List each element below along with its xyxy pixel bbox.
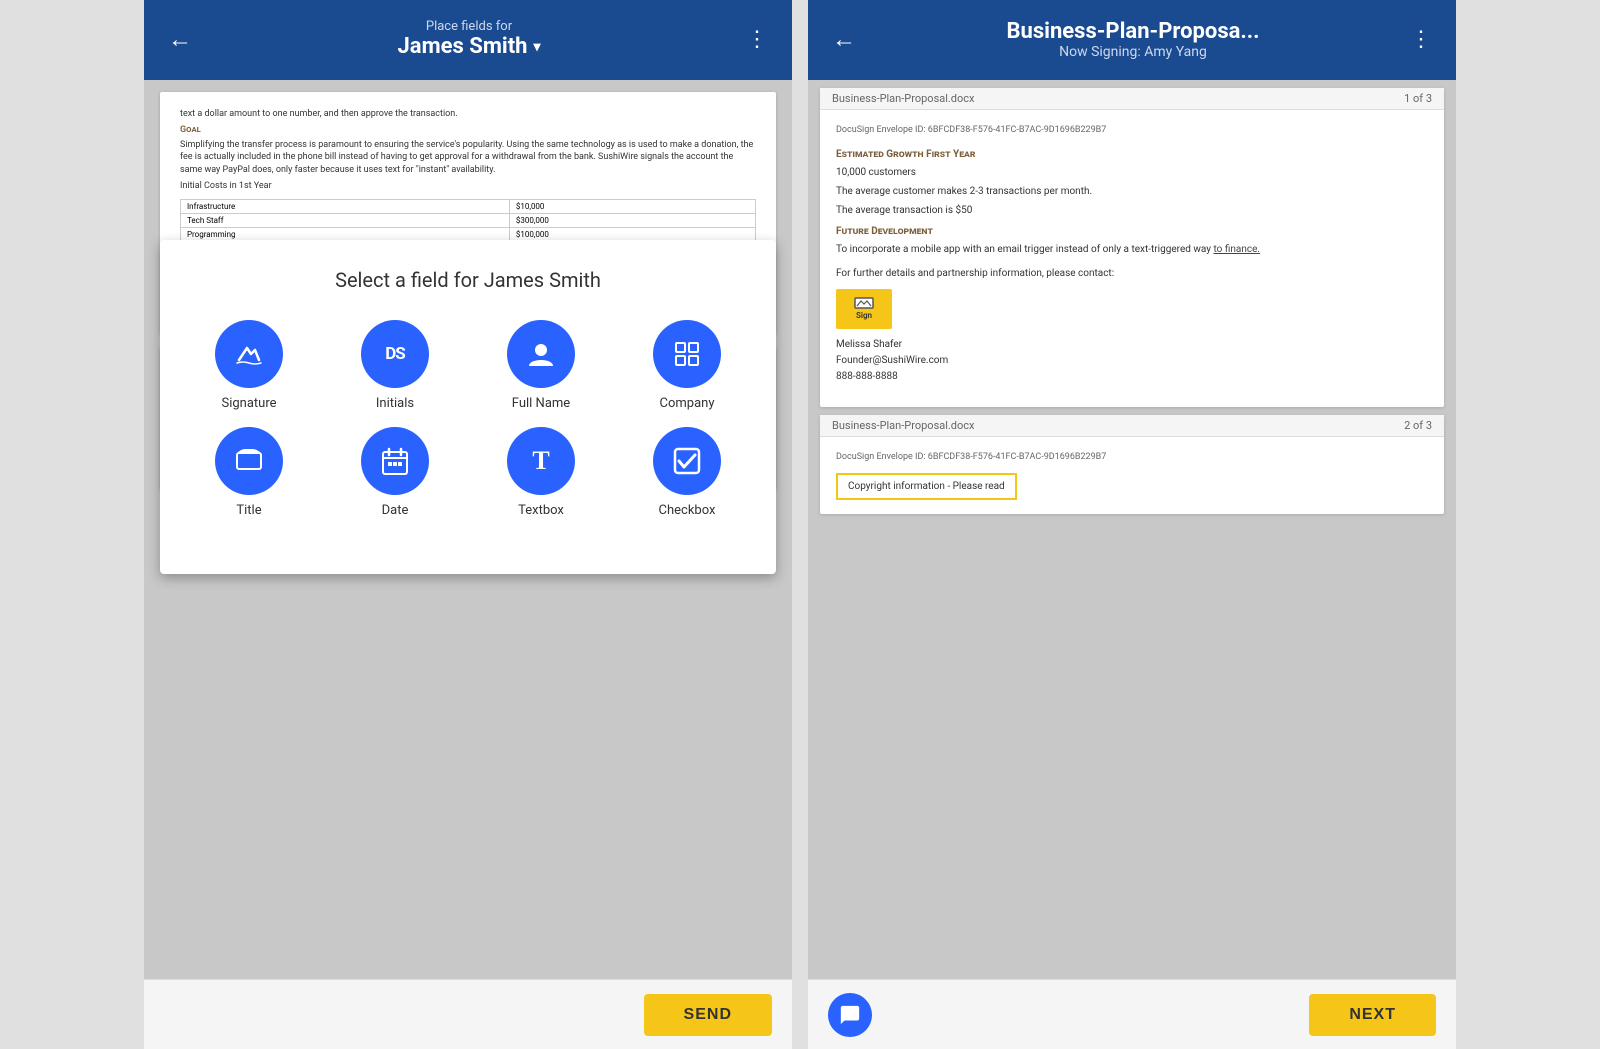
right-doc-page2-header: Business-Plan-Proposal.docx 2 of 3 [820,415,1444,437]
field-item-fullname[interactable]: Full Name [472,320,610,411]
doc1-goal-heading: Goal [180,125,756,135]
left-title-area: Place fields for James Smith ▾ [200,19,738,59]
right-bottom-bar: NEXT [808,979,1456,1049]
contact-block: Melissa Shafer Founder@SushiWire.com 888… [836,337,1428,385]
checkbox-icon [653,427,721,495]
send-button[interactable]: SEND [644,994,772,1036]
textbox-icon: T [507,427,575,495]
right-doc1-future-heading: Future Development [836,226,1428,237]
table-row: Infrastructure$10,000 [181,199,756,213]
field-item-textbox[interactable]: T Textbox [472,427,610,518]
right-doc1-filename: Business-Plan-Proposal.docx [832,92,975,105]
contact-name: Melissa Shafer [836,337,1428,353]
right-doc2-body: DocuSign Envelope ID: 6BFCDF38-F576-41FC… [820,437,1444,515]
left-panel: ← Place fields for James Smith ▾ ⋮ text … [144,0,792,1049]
right-doc1-body: DocuSign Envelope ID: 6BFCDF38-F576-41FC… [820,110,1444,407]
right-doc-page-2: Business-Plan-Proposal.docx 2 of 3 DocuS… [820,415,1444,515]
doc1-goal-text: Simplifying the transfer process is para… [180,139,756,177]
next-button[interactable]: NEXT [1309,994,1436,1036]
field-selector-modal: Select a field for James Smith Signature… [160,240,776,574]
right-panel: ← Business-Plan-Proposa... Now Signing: … [808,0,1456,1049]
field-item-initials[interactable]: DS Initials [326,320,464,411]
contact-phone: 888-888-8888 [836,369,1428,385]
sign-widget-area: Sign Melissa Shafer Founder@SushiWire.co… [836,289,1428,385]
right-doc-page1-header: Business-Plan-Proposal.docx 1 of 3 [820,88,1444,110]
initials-icon: DS [361,320,429,388]
left-title-dropdown-icon[interactable]: ▾ [533,39,540,55]
field-item-signature[interactable]: Signature [180,320,318,411]
textbox-label: Textbox [518,503,564,518]
contact-email: Founder@SushiWire.com [836,353,1428,369]
right-doc1-future-text: To incorporate a mobile app with an emai… [836,243,1428,257]
doc1-intro: text a dollar amount to one number, and … [180,108,756,121]
left-bottom-bar: SEND [144,979,792,1049]
right-content: Business-Plan-Proposal.docx 1 of 3 DocuS… [808,80,1456,979]
signature-label: Signature [221,396,276,411]
chat-button[interactable] [828,993,872,1037]
right-doc1-growth-customers: 10,000 customers [836,166,1428,180]
left-main-title: James Smith ▾ [200,34,738,59]
initials-label: Initials [376,396,414,411]
title-icon [215,427,283,495]
field-selector-title: Select a field for James Smith [180,268,756,292]
sign-widget[interactable]: Sign [836,289,892,329]
right-doc1-future-link[interactable]: to finance. [1213,244,1260,255]
company-label: Company [660,396,715,411]
right-title-area: Business-Plan-Proposa... Now Signing: Am… [864,19,1402,60]
title-label: Title [236,503,261,518]
company-icon [653,320,721,388]
right-doc1-growth-p2: The average transaction is $50 [836,204,1428,218]
right-subtitle: Now Signing: Amy Yang [864,44,1402,60]
signature-icon [215,320,283,388]
field-item-checkbox[interactable]: Checkbox [618,427,756,518]
checkbox-label: Checkbox [659,503,716,518]
right-more-button[interactable]: ⋮ [1402,23,1440,56]
right-doc2-page: 2 of 3 [1404,419,1432,432]
right-doc1-envelope-id: DocuSign Envelope ID: 6BFCDF38-F576-41FC… [836,124,1428,137]
fullname-icon [507,320,575,388]
right-doc1-growth-heading: Estimated Growth First Year [836,149,1428,160]
doc1-costs-heading: Initial Costs in 1st Year [180,180,756,193]
right-doc1-page: 1 of 3 [1404,92,1432,105]
left-back-button[interactable]: ← [160,21,200,58]
fullname-label: Full Name [512,396,570,411]
right-doc1-growth-p1: The average customer makes 2-3 transacti… [836,185,1428,199]
copyright-notice: Copyright information - Please read [836,473,1017,500]
date-icon [361,427,429,495]
field-item-date[interactable]: Date [326,427,464,518]
right-doc2-envelope-id: DocuSign Envelope ID: 6BFCDF38-F576-41FC… [836,451,1428,464]
date-label: Date [382,503,409,518]
right-header: ← Business-Plan-Proposa... Now Signing: … [808,0,1456,80]
left-header: ← Place fields for James Smith ▾ ⋮ [144,0,792,80]
right-back-button[interactable]: ← [824,21,864,58]
left-more-button[interactable]: ⋮ [738,23,776,56]
right-doc-page-1: Business-Plan-Proposal.docx 1 of 3 DocuS… [820,88,1444,407]
field-grid-row1: Signature DS Initials Full Name [180,320,756,518]
field-item-company[interactable]: Company [618,320,756,411]
right-doc2-filename: Business-Plan-Proposal.docx [832,419,975,432]
left-content: text a dollar amount to one number, and … [144,80,792,979]
right-main-title: Business-Plan-Proposa... [864,19,1402,44]
field-item-title[interactable]: Title [180,427,318,518]
left-title-text: James Smith [398,34,528,59]
right-doc-wrapper: Business-Plan-Proposal.docx 1 of 3 DocuS… [808,80,1456,979]
table-row: Tech Staff$300,000 [181,213,756,227]
left-subtitle: Place fields for [200,19,738,34]
right-doc1-contact-intro: For further details and partnership info… [836,267,1428,281]
